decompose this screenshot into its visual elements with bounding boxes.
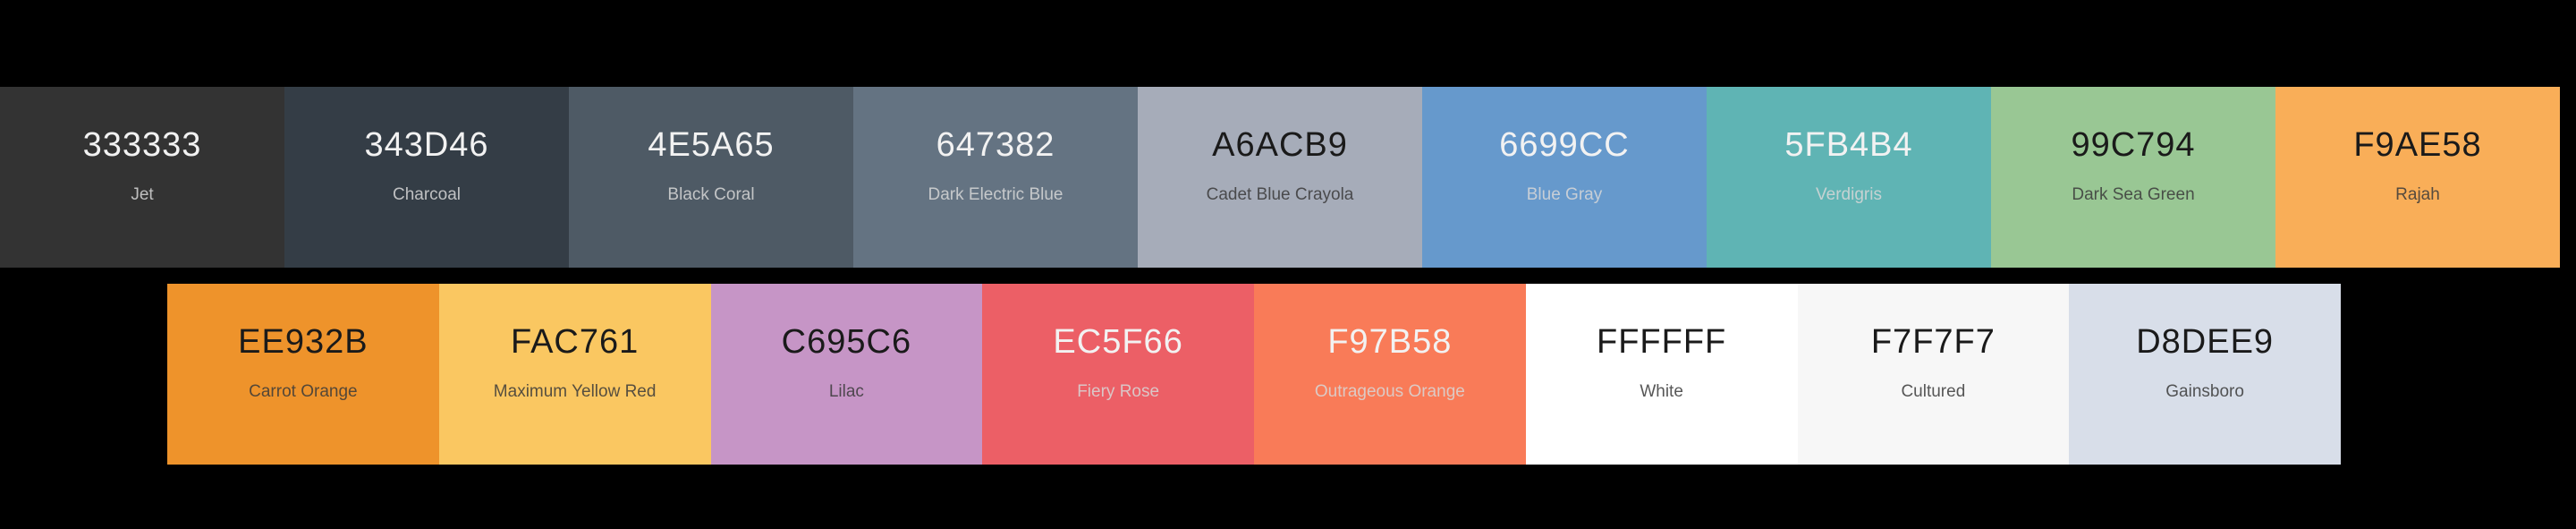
color-swatch-gainsboro[interactable]: D8DEE9 Gainsboro: [2069, 284, 2341, 465]
color-swatch-maximum-yellow-red[interactable]: FAC761 Maximum Yellow Red: [438, 284, 711, 465]
color-swatch-dark-sea-green[interactable]: 99C794 Dark Sea Green: [1991, 87, 2275, 268]
color-name: Maximum Yellow Red: [493, 382, 657, 401]
hex-code: C695C6: [781, 323, 912, 361]
color-swatch-white[interactable]: FFFFFF White: [1525, 284, 1798, 465]
hex-code: 5FB4B4: [1784, 126, 1913, 164]
hex-code: 343D46: [364, 126, 489, 164]
color-swatch-cadet-blue-crayola[interactable]: A6ACB9 Cadet Blue Crayola: [1138, 87, 1422, 268]
color-name: Cultured: [1901, 382, 1966, 401]
color-swatch-outrageous-orange[interactable]: F97B58 Outrageous Orange: [1254, 284, 1526, 465]
color-name: Carrot Orange: [249, 382, 358, 401]
color-name: Lilac: [828, 382, 864, 401]
hex-code: F9AE58: [2353, 126, 2482, 164]
hex-code: EC5F66: [1053, 323, 1183, 361]
color-name: Outrageous Orange: [1314, 382, 1465, 401]
color-swatch-dark-electric-blue[interactable]: 647382 Dark Electric Blue: [853, 87, 1138, 268]
color-swatch-charcoal[interactable]: 343D46 Charcoal: [284, 87, 569, 268]
hex-code: 647382: [936, 126, 1055, 164]
color-name: Cadet Blue Crayola: [1206, 185, 1354, 204]
hex-code: FFFFFF: [1596, 323, 1727, 361]
color-name: Fiery Rose: [1077, 382, 1160, 401]
color-swatch-carrot-orange[interactable]: EE932B Carrot Orange: [167, 284, 439, 465]
color-swatch-lilac[interactable]: C695C6 Lilac: [710, 284, 983, 465]
color-name: Blue Gray: [1526, 185, 1603, 204]
color-name: Charcoal: [392, 185, 462, 204]
color-swatch-cultured[interactable]: F7F7F7 Cultured: [1797, 284, 2070, 465]
color-name: Dark Electric Blue: [928, 185, 1063, 204]
color-swatch-jet[interactable]: 333333 Jet: [0, 87, 284, 268]
color-swatch-rajah[interactable]: F9AE58 Rajah: [2275, 87, 2560, 268]
color-name: Verdigris: [1816, 185, 1882, 204]
hex-code: 6699CC: [1499, 126, 1630, 164]
hex-code: EE932B: [238, 323, 369, 361]
color-swatch-blue-gray[interactable]: 6699CC Blue Gray: [1422, 87, 1707, 268]
color-swatch-black-coral[interactable]: 4E5A65 Black Coral: [569, 87, 853, 268]
palette-row-1: 333333 Jet 343D46 Charcoal 4E5A65 Black …: [0, 87, 2560, 268]
hex-code: F7F7F7: [1870, 323, 1996, 361]
color-name: Jet: [131, 185, 154, 204]
hex-code: FAC761: [510, 323, 640, 361]
color-name: Gainsboro: [2165, 382, 2244, 401]
color-name: Dark Sea Green: [2072, 185, 2195, 204]
palette-row-2: EE932B Carrot Orange FAC761 Maximum Yell…: [167, 284, 2341, 465]
hex-code: 333333: [82, 126, 202, 164]
hex-code: D8DEE9: [2136, 323, 2275, 361]
color-swatch-fiery-rose[interactable]: EC5F66 Fiery Rose: [982, 284, 1254, 465]
hex-code: A6ACB9: [1212, 126, 1348, 164]
hex-code: 99C794: [2071, 126, 2196, 164]
color-name: Rajah: [2395, 185, 2440, 204]
color-name: Black Coral: [667, 185, 755, 204]
hex-code: 4E5A65: [648, 126, 775, 164]
hex-code: F97B58: [1327, 323, 1453, 361]
color-swatch-verdigris[interactable]: 5FB4B4 Verdigris: [1707, 87, 1991, 268]
color-name: White: [1640, 382, 1683, 401]
